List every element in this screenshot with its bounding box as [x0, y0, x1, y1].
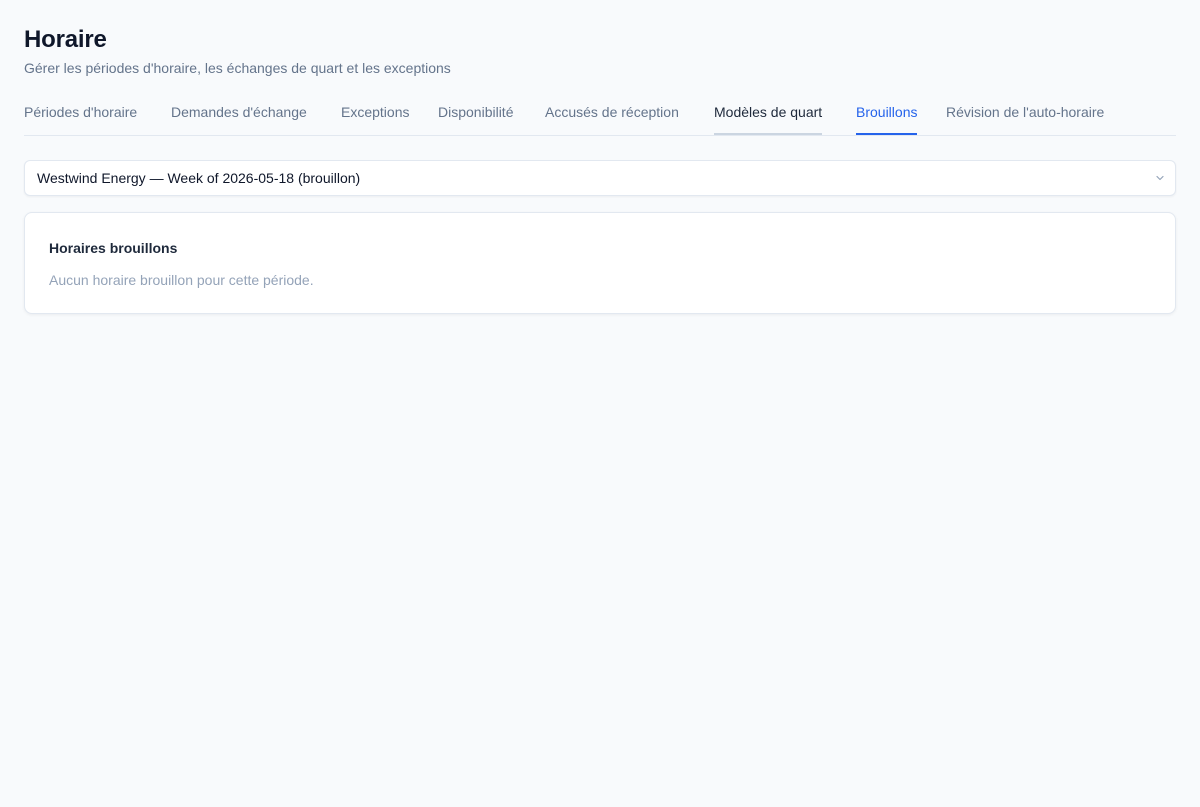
tab-availability[interactable]: Disponibilité: [438, 96, 513, 135]
tab-acknowledgements[interactable]: Accusés de réception: [545, 96, 679, 135]
draft-schedules-card: Horaires brouillons Aucun horaire brouil…: [24, 212, 1176, 314]
page-subtitle: Gérer les périodes d'horaire, les échang…: [24, 60, 451, 76]
page-title: Horaire: [24, 26, 107, 53]
schedule-page: Horaire Gérer les périodes d'horaire, le…: [0, 0, 1200, 807]
tab-schedule-periods[interactable]: Périodes d'horaire: [24, 96, 137, 135]
tab-exceptions[interactable]: Exceptions: [341, 96, 409, 135]
period-select-value: Westwind Energy — Week of 2026-05-18 (br…: [37, 170, 361, 186]
empty-state-message: Aucun horaire brouillon pour cette pério…: [49, 272, 314, 288]
tab-bar: Périodes d'horaire Demandes d'échange Ex…: [24, 96, 1176, 136]
tab-drafts[interactable]: Brouillons: [856, 96, 918, 135]
tab-swap-requests[interactable]: Demandes d'échange: [171, 96, 307, 135]
chevron-down-icon: [1156, 175, 1164, 181]
period-select[interactable]: Westwind Energy — Week of 2026-05-18 (br…: [24, 160, 1176, 196]
tab-auto-schedule-review[interactable]: Révision de l'auto-horaire: [946, 96, 1104, 135]
card-title: Horaires brouillons: [49, 240, 178, 256]
tab-shift-templates[interactable]: Modèles de quart: [714, 96, 823, 135]
